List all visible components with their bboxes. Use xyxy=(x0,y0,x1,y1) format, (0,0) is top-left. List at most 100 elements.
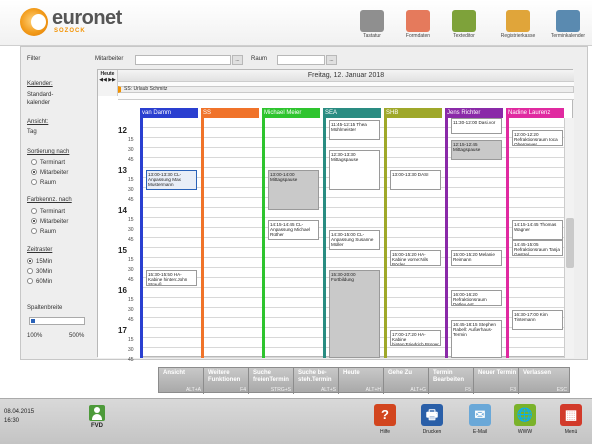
fkey-f5-button[interactable]: Termin Bearbeiten F5 xyxy=(429,368,474,394)
appointment[interactable]: 15:30-15:50 HA-Kabine hinten:John Strauß xyxy=(146,270,197,286)
appointment[interactable]: 14:45-15:05 Refraktionsraum Tanja Gestre… xyxy=(512,240,563,256)
fkey-alt-a-button[interactable]: Ansicht ALT+A xyxy=(159,368,204,394)
fkey-shortcut: ALT+H xyxy=(365,387,381,393)
toolbar-registrierkasse-button[interactable]: Registrierkasse xyxy=(498,6,538,44)
view-value[interactable]: Tag xyxy=(27,129,37,135)
fkey-f3-button[interactable]: Neuer Termin F3 xyxy=(474,368,519,394)
column-header-0[interactable]: van Damm xyxy=(140,108,198,118)
appointment[interactable]: 16:45-18:15 Stephen Rabell: Außerhaus-Te… xyxy=(451,320,502,358)
quarter-label: 45 xyxy=(128,317,134,323)
appointment[interactable]: 15:30-20:00 Fortbildung xyxy=(329,270,380,358)
brand-name: euronet xyxy=(52,7,122,29)
hour-label: 13 xyxy=(118,166,127,175)
column-width-slider[interactable] xyxy=(29,317,85,325)
euronet-logo-icon xyxy=(20,8,48,36)
employee-column-0[interactable] xyxy=(140,118,143,358)
color-raum-radio[interactable]: Raum xyxy=(31,228,56,235)
bottom-button-label: Menü xyxy=(564,429,578,435)
calendar-value[interactable]: Standard- kalender xyxy=(27,91,53,107)
column-header-2[interactable]: Michael Meier xyxy=(262,108,320,118)
fkey-shortcut: F4 xyxy=(240,387,246,393)
appointment[interactable]: 14:15-14:45 Thomas Wagner xyxy=(512,220,563,240)
column-header-6[interactable]: Nadine Laurenz xyxy=(506,108,564,118)
room-filter-button[interactable]: ... xyxy=(326,55,337,65)
appointment[interactable]: 12:30-13:30 Mittagspause xyxy=(329,150,380,190)
sort-mitarbeiter-radio[interactable]: Mitarbeiter xyxy=(31,169,68,176)
vertical-scrollbar[interactable] xyxy=(564,118,574,358)
fkey-label: Neuer Termin xyxy=(478,370,517,376)
e-mail-icon: ✉ xyxy=(469,404,491,426)
fkey-strg-s-button[interactable]: Suche freienTermin STRG+S xyxy=(249,368,294,394)
raster-label: Zeitraster xyxy=(27,247,53,253)
raster-15-radio[interactable]: 15Min xyxy=(27,258,52,265)
toolbar-texteditor-button[interactable]: Texteditor xyxy=(444,6,484,44)
employee-column-2[interactable] xyxy=(262,118,265,358)
today-nav[interactable]: Heute ◀◀ ▶▶ xyxy=(98,70,118,96)
column-header-4[interactable]: SHB xyxy=(384,108,442,118)
menü-button[interactable]: ▦ Menü xyxy=(556,404,586,440)
employee-column-3[interactable] xyxy=(323,118,326,358)
bottom-button-label: WWW xyxy=(517,429,533,435)
appointment[interactable]: 17:00-17:20 HA-Kabine hinten:Friedrich B… xyxy=(390,330,441,346)
employee-column-6[interactable] xyxy=(506,118,509,358)
appointment[interactable]: 11:30-12:00 Dasi.vor xyxy=(451,118,502,134)
schedule-grid[interactable]: 13:00-13:30 CL-Anpassung Max Mustermann 1… xyxy=(140,118,564,358)
fkey-alt-h-button[interactable]: Heute ALT+H xyxy=(339,368,384,394)
width-min-label: 100% xyxy=(27,333,43,339)
appointment[interactable]: 15:00-15:20 HA-Kabine vorne:Nils Böcler xyxy=(390,250,441,266)
user-button[interactable]: FVD xyxy=(86,405,108,435)
appointment[interactable]: 16:00-16:20 Refraktionsraum Detlev Ast xyxy=(451,290,502,306)
quarter-label: 45 xyxy=(128,237,134,243)
e-mail-button[interactable]: ✉ E-Mail xyxy=(465,404,495,440)
fkey-shortcut: F5 xyxy=(465,387,471,393)
terminkalender-icon xyxy=(556,10,580,32)
toolbar-terminkalender-button[interactable]: Terminkalender xyxy=(548,6,588,44)
toolbar-label: Registrierkasse xyxy=(500,33,536,39)
drucken-button[interactable]: 🖶 Drucken xyxy=(417,404,447,440)
drucken-icon: 🖶 xyxy=(421,404,443,426)
bottom-button-label: Hilfe xyxy=(379,429,390,435)
appointment[interactable]: 12:00-12:20 Refraktionsraum Ioca Obermey… xyxy=(512,130,563,146)
appointment[interactable]: 14:30-15:00 CL-Anpassung Susanne Müller xyxy=(329,230,380,250)
column-header-3[interactable]: SEA xyxy=(323,108,381,118)
quarter-label: 45 xyxy=(128,197,134,203)
hilfe-button[interactable]: ? Hilfe xyxy=(370,404,400,440)
www-button[interactable]: 🌐 WWW xyxy=(510,404,540,440)
fkey-alt-g-button[interactable]: Gehe Zu ALT+G xyxy=(384,368,429,394)
column-header-5[interactable]: Jens Richter xyxy=(445,108,503,118)
raster-30-radio[interactable]: 30Min xyxy=(27,268,52,275)
status-time: 16:30 xyxy=(4,418,20,424)
appointment[interactable]: 14:15-14:45 CL-Anpassung Michael Rüther xyxy=(268,220,319,240)
scrollbar-thumb[interactable] xyxy=(566,218,574,268)
room-filter-input[interactable] xyxy=(277,55,325,65)
appointment[interactable]: 15:00-15:20 Melanie Reimann xyxy=(451,250,502,266)
fkey-label: Heute xyxy=(343,370,360,376)
toolbar-formdaten-button[interactable]: Formdaten xyxy=(398,6,438,44)
raster-60-radio[interactable]: 60Min xyxy=(27,278,52,285)
appointment[interactable]: 11:45-12:15 Thea Mühlmeister xyxy=(329,120,380,140)
sort-terminart-radio[interactable]: Terminart xyxy=(31,159,65,166)
user-label: FVD xyxy=(91,423,103,429)
employee-filter-input[interactable] xyxy=(135,55,231,65)
appointment[interactable]: 13:00-13:30 DASI xyxy=(390,170,441,190)
employee-column-4[interactable] xyxy=(384,118,387,358)
employee-column-5[interactable] xyxy=(445,118,448,358)
allday-event[interactable]: SS: Urlaub Schmitz xyxy=(118,86,574,93)
fkey-esc-button[interactable]: Verlassen ESC xyxy=(519,368,569,394)
appointment[interactable]: 13:00-13:30 CL-Anpassung Max Mustermann xyxy=(146,170,197,190)
appointment[interactable]: 13:00-14:00 Mittagspause xyxy=(268,170,319,210)
employee-filter-button[interactable]: ... xyxy=(232,55,243,65)
toolbar-label: Texteditor xyxy=(453,33,475,39)
color-mitarbeiter-radio[interactable]: Mitarbeiter xyxy=(31,218,68,225)
fkey-f4-button[interactable]: Weitere Funktionen F4 xyxy=(204,368,249,394)
employee-column-1[interactable] xyxy=(201,118,204,358)
filter-bar: Filter Mitarbeiter ... Raum ... xyxy=(21,53,587,67)
color-terminart-radio[interactable]: Terminart xyxy=(31,208,65,215)
toolbar-tastatur-button[interactable]: Tastatur xyxy=(352,6,392,44)
sort-raum-radio[interactable]: Raum xyxy=(31,179,56,186)
fkey-alt-s-button[interactable]: Suche be-steh.Termin ALT+S xyxy=(294,368,339,394)
nav-arrows[interactable]: ◀◀ ▶▶ xyxy=(98,77,117,83)
appointment[interactable]: 16:30-17:00 Kim Tintemann xyxy=(512,310,563,330)
column-header-1[interactable]: SS xyxy=(201,108,259,118)
appointment[interactable]: 12:15-12:45 Mittagspause xyxy=(451,140,502,160)
